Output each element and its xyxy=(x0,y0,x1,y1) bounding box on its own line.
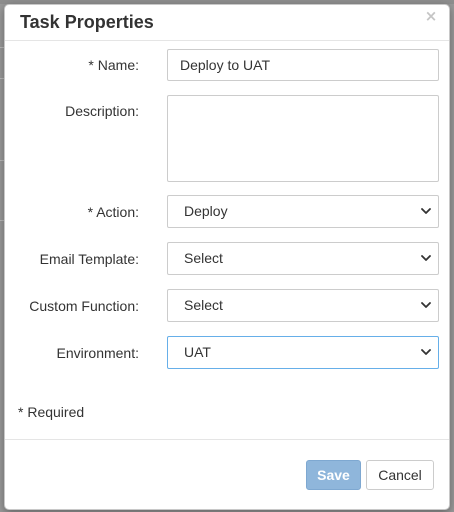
save-button[interactable]: Save xyxy=(306,460,361,490)
environment-select[interactable]: UAT xyxy=(167,336,439,369)
name-input[interactable] xyxy=(167,49,439,81)
action-selected-value: Deploy xyxy=(184,203,228,219)
required-note: * Required xyxy=(18,404,85,420)
close-icon[interactable]: × xyxy=(424,9,438,24)
chevron-down-icon xyxy=(421,208,431,214)
chevron-down-icon xyxy=(421,302,431,308)
chevron-down-icon xyxy=(421,255,431,261)
description-textarea[interactable] xyxy=(167,95,439,182)
chevron-down-icon xyxy=(421,349,431,355)
action-label: * Action: xyxy=(87,204,139,220)
cancel-button[interactable]: Cancel xyxy=(366,460,434,490)
custom-function-select[interactable]: Select xyxy=(167,289,439,322)
environment-label: Environment: xyxy=(56,345,139,361)
email-template-label: Email Template: xyxy=(39,251,139,267)
custom-function-label: Custom Function: xyxy=(29,298,139,314)
dialog-header: Task Properties × xyxy=(5,5,449,41)
action-select[interactable]: Deploy xyxy=(167,195,439,228)
custom-function-selected-value: Select xyxy=(184,297,223,313)
dialog-title: Task Properties xyxy=(20,12,154,32)
task-properties-dialog: Task Properties × * Name: Description: *… xyxy=(4,4,450,510)
footer-divider xyxy=(5,439,449,440)
description-label: Description: xyxy=(65,103,139,119)
name-label: * Name: xyxy=(88,57,139,73)
environment-selected-value: UAT xyxy=(184,344,211,360)
email-template-select[interactable]: Select xyxy=(167,242,439,275)
email-template-selected-value: Select xyxy=(184,250,223,266)
